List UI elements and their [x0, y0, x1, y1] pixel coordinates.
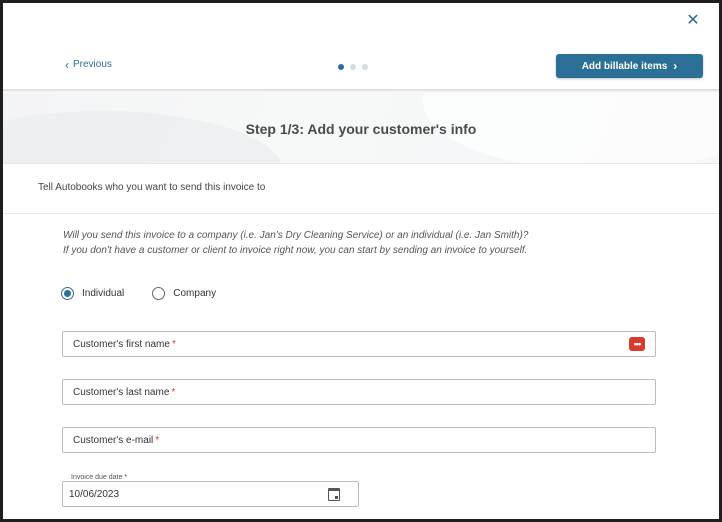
- due-date-value: 10/06/2023: [69, 488, 120, 500]
- last-name-field[interactable]: Customer's last name *: [62, 379, 656, 405]
- invoice-wizard-dialog: ✕ ‹ Previous Add billable items › Step 1…: [0, 0, 722, 522]
- radio-label: Individual: [82, 288, 125, 299]
- customer-type-radio-group: Individual Company: [61, 287, 216, 300]
- email-placeholder: Customer's e-mail: [73, 434, 154, 446]
- previous-label: Previous: [73, 59, 112, 70]
- step-dot-2: [350, 64, 356, 70]
- divider: [3, 163, 719, 164]
- instructions: Will you send this invoice to a company …: [63, 228, 528, 258]
- header-divider: [3, 89, 719, 93]
- due-date-field[interactable]: 10/06/2023: [62, 481, 359, 507]
- calendar-icon[interactable]: [328, 488, 340, 501]
- step-indicator: [338, 64, 368, 70]
- add-billable-items-button[interactable]: Add billable items ›: [556, 54, 703, 78]
- radio-checked-icon: [61, 287, 74, 300]
- close-icon[interactable]: ✕: [685, 13, 701, 29]
- chevron-left-icon: ‹: [65, 57, 69, 72]
- instructions-line-2: If you don't have a customer or client t…: [63, 245, 528, 256]
- required-mark: *: [171, 386, 176, 398]
- due-date-label: Invoice due date *: [69, 474, 130, 481]
- last-name-placeholder: Customer's last name: [73, 386, 170, 398]
- banner-decoration: [3, 111, 283, 163]
- step-dot-3: [362, 64, 368, 70]
- radio-unchecked-icon: [152, 287, 166, 300]
- page-title: Step 1/3: Add your customer's info: [245, 121, 477, 137]
- previous-button[interactable]: ‹ Previous: [65, 57, 112, 72]
- required-mark: *: [171, 338, 176, 350]
- instructions-line-1: Will you send this invoice to a company …: [63, 230, 529, 241]
- email-field[interactable]: Customer's e-mail *: [62, 427, 656, 453]
- next-label: Add billable items: [581, 60, 668, 72]
- section-label: Tell Autobooks who you want to send this…: [38, 182, 266, 193]
- radio-label: Company: [173, 288, 217, 299]
- first-name-placeholder: Customer's first name: [73, 338, 170, 350]
- required-mark: *: [155, 434, 160, 446]
- chevron-right-icon: ›: [673, 59, 678, 73]
- radio-individual[interactable]: Individual: [61, 287, 124, 300]
- password-manager-icon[interactable]: •••: [629, 337, 645, 351]
- divider: [3, 213, 719, 214]
- step-banner: Step 1/3: Add your customer's info: [3, 91, 719, 163]
- radio-company[interactable]: Company: [152, 287, 216, 300]
- step-dot-1: [338, 64, 344, 70]
- first-name-field[interactable]: Customer's first name * •••: [62, 331, 656, 357]
